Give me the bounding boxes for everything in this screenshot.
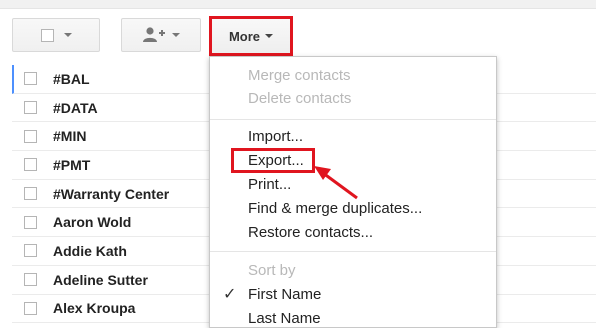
- more-dropdown-menu: Merge contacts Delete contacts Import...…: [209, 56, 497, 328]
- contact-name[interactable]: Alex Kroupa: [53, 300, 135, 316]
- row-checkbox[interactable]: [24, 301, 37, 315]
- add-to-group-button[interactable]: [121, 18, 201, 52]
- menu-item-label: First Name: [248, 286, 322, 303]
- checkbox-icon: [40, 28, 54, 42]
- menu-item-label: Export...: [248, 152, 304, 169]
- contact-name[interactable]: #PMT: [53, 157, 90, 173]
- row-checkbox[interactable]: [24, 158, 37, 172]
- caret-down-icon: [172, 33, 180, 37]
- menu-divider: [210, 251, 496, 252]
- menu-item-label: Print...: [248, 176, 292, 193]
- menu-divider: [210, 119, 496, 120]
- menu-item-label: Restore contacts...: [248, 224, 374, 241]
- menu-item-label: Import...: [248, 128, 304, 145]
- row-checkbox[interactable]: [24, 244, 37, 258]
- more-label: More: [228, 28, 261, 44]
- row-checkbox[interactable]: [24, 72, 37, 86]
- contact-name[interactable]: #BAL: [53, 71, 90, 87]
- menu-item-label: Last Name: [248, 310, 321, 327]
- row-checkbox[interactable]: [24, 129, 37, 143]
- contact-name[interactable]: Adeline Sutter: [53, 272, 148, 288]
- row-checkbox[interactable]: [24, 273, 37, 287]
- menu-item-label: Delete contacts: [248, 90, 352, 107]
- row-checkbox[interactable]: [24, 215, 37, 229]
- contact-name[interactable]: Addie Kath: [53, 243, 127, 259]
- select-all-dropdown[interactable]: [12, 18, 100, 52]
- caret-down-icon: [265, 34, 274, 38]
- contact-name[interactable]: #MIN: [53, 128, 86, 144]
- check-icon: ✓: [223, 286, 237, 303]
- contact-name[interactable]: #Warranty Center: [53, 186, 169, 202]
- top-strip: [0, 0, 596, 9]
- menu-item-label: Merge contacts: [248, 67, 351, 84]
- person-add-icon: [143, 27, 165, 42]
- contact-name[interactable]: #DATA: [53, 100, 98, 116]
- row-checkbox[interactable]: [24, 101, 37, 115]
- caret-down-icon: [63, 33, 72, 37]
- row-checkbox[interactable]: [24, 187, 37, 201]
- menu-item-label: Find & merge duplicates...: [248, 200, 423, 217]
- contact-name[interactable]: Aaron Wold: [53, 214, 131, 230]
- more-button[interactable]: More: [209, 16, 293, 56]
- menu-item-label: Sort by: [248, 262, 296, 279]
